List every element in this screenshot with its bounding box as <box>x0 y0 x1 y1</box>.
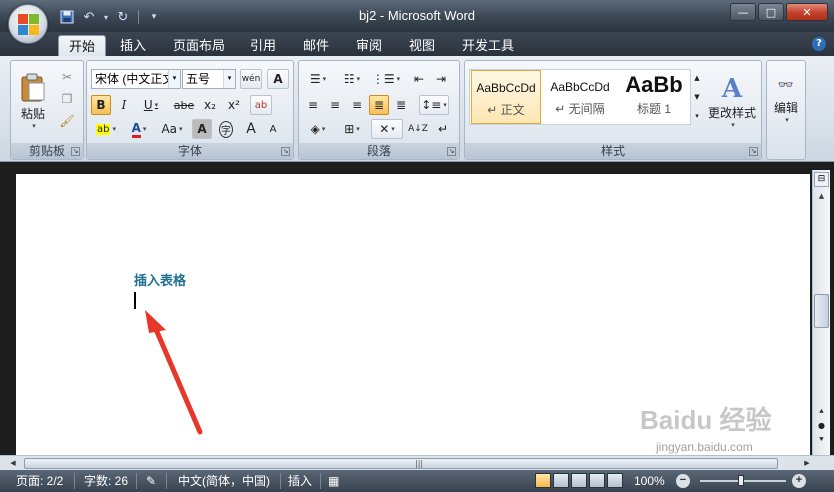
scroll-left-icon[interactable]: ◀ <box>6 457 20 469</box>
status-divider <box>74 473 75 489</box>
language[interactable]: 中文(简体，中国) <box>178 473 270 489</box>
scroll-grip-icon: ||| <box>415 459 424 468</box>
zoom-level[interactable]: 100% <box>634 473 665 489</box>
status-divider <box>320 473 321 489</box>
status-divider <box>166 473 167 489</box>
proofing-icon[interactable]: ✎ <box>146 473 156 489</box>
view-ruler-icon[interactable]: ⊟ <box>814 172 829 187</box>
previous-page-icon[interactable]: ⯅ <box>814 406 829 418</box>
scroll-up-icon[interactable]: ▲ <box>814 189 829 203</box>
insert-mode[interactable]: 插入 <box>288 473 312 489</box>
outline-view-icon[interactable] <box>589 473 605 488</box>
full-screen-reading-view-icon[interactable] <box>553 473 569 488</box>
office-button[interactable] <box>8 4 48 44</box>
web-layout-view-icon[interactable] <box>571 473 587 488</box>
status-bar: 页面: 2/2 字数: 26 ✎ 中文(简体，中国) 插入 ▦ 100% − + <box>0 470 834 492</box>
horizontal-scroll-thumb[interactable]: ||| <box>24 458 778 469</box>
draft-view-icon[interactable] <box>607 473 623 488</box>
page-count[interactable]: 页面: 2/2 <box>16 473 63 489</box>
scroll-right-icon[interactable]: ▶ <box>800 457 814 469</box>
zoom-in-icon[interactable]: + <box>792 474 806 488</box>
status-divider <box>280 473 281 489</box>
status-divider <box>136 473 137 489</box>
zoom-slider-thumb[interactable] <box>738 475 744 486</box>
vertical-scrollbar[interactable]: ⊟ ▲ ⯅ ● ⯆ <box>812 170 830 455</box>
vertical-scroll-thumb[interactable] <box>814 294 829 328</box>
annotation-arrow <box>145 310 203 435</box>
word-count[interactable]: 字数: 26 <box>84 473 128 489</box>
print-layout-view-icon[interactable] <box>535 473 551 488</box>
macro-record-icon[interactable]: ▦ <box>328 473 339 489</box>
office-logo-icon <box>18 14 40 36</box>
zoom-out-icon[interactable]: − <box>676 474 690 488</box>
next-page-icon[interactable]: ⯆ <box>814 434 829 446</box>
select-browse-object-icon[interactable]: ● <box>814 420 829 432</box>
horizontal-scrollbar[interactable]: ◀ ||| ▶ <box>0 455 834 470</box>
